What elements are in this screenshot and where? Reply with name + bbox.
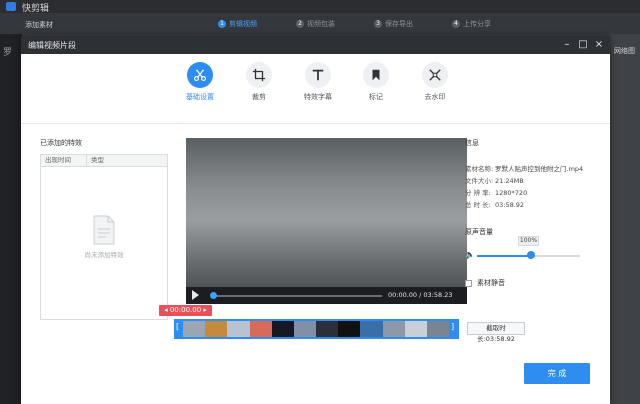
scissors-icon bbox=[193, 69, 207, 82]
info-row-resolution: 分 辨 率: 1280*720 bbox=[465, 189, 528, 197]
tab-label: 特效字幕 bbox=[304, 93, 332, 101]
info-title: 信息 bbox=[465, 139, 479, 147]
tab-label: 标记 bbox=[369, 93, 383, 101]
dialog-header: 编辑视频片段 – □ × bbox=[21, 37, 610, 54]
tab-label: 去水印 bbox=[424, 93, 446, 101]
play-icon[interactable] bbox=[192, 290, 199, 300]
tab-remove-watermark[interactable]: 去水印 bbox=[410, 62, 460, 102]
effects-table: 出现时间 类型 尚未添加特效 bbox=[40, 154, 168, 320]
app-left-label: 罗 bbox=[3, 48, 13, 58]
edit-clip-dialog: 编辑视频片段 – □ × 基础设置 裁剪 特效字幕 标记 去水印 已添加的特效 bbox=[21, 37, 610, 404]
checkbox-box[interactable] bbox=[465, 279, 472, 287]
tab-label: 基础设置 bbox=[186, 93, 214, 101]
volume-value: 100% bbox=[518, 236, 539, 246]
step-save-export[interactable]: 3 保存导出 bbox=[374, 19, 413, 29]
video-preview bbox=[186, 138, 467, 287]
clip-timeline[interactable]: [ ] bbox=[174, 319, 459, 339]
speaker-icon[interactable]: 🔈 bbox=[465, 250, 475, 259]
col-time: 出现时间 bbox=[41, 155, 87, 166]
watermark-remove-icon bbox=[429, 69, 441, 81]
bookmark-icon bbox=[372, 69, 380, 81]
progress-knob[interactable] bbox=[210, 292, 217, 299]
step-edit-video[interactable]: 1 剪辑视频 bbox=[218, 19, 257, 29]
tab-crop[interactable]: 裁剪 bbox=[234, 62, 284, 102]
tab-marker[interactable]: 标记 bbox=[351, 62, 401, 102]
step-upload-share[interactable]: 4 上传分享 bbox=[452, 19, 491, 29]
app-logo-icon bbox=[6, 2, 16, 11]
volume-slider-fill bbox=[477, 255, 531, 257]
player-controls: 00:00.00 / 03:58.23 bbox=[186, 287, 467, 304]
tab-label: 裁剪 bbox=[252, 93, 266, 101]
step-video-package[interactable]: 2 视频包装 bbox=[296, 19, 335, 29]
info-row-name: 素材名称: 罗默人贴声控到他附之门.mp4 bbox=[465, 165, 584, 173]
empty-document-icon bbox=[93, 215, 115, 245]
close-icon[interactable]: × bbox=[593, 39, 605, 51]
progress-track[interactable] bbox=[212, 295, 382, 297]
tab-bar: 基础设置 裁剪 特效字幕 标记 去水印 bbox=[21, 54, 610, 122]
add-material-button[interactable]: 添加素材 bbox=[25, 20, 53, 30]
divider bbox=[21, 123, 610, 124]
col-type: 类型 bbox=[91, 156, 104, 164]
done-button[interactable]: 完 成 bbox=[524, 363, 590, 384]
current-time-marker[interactable]: ◂ 00:00.00 ▸ bbox=[159, 305, 212, 316]
timeline-frames bbox=[183, 321, 450, 337]
app-left-panel bbox=[0, 34, 22, 404]
player-time: 00:00.00 / 03:58.23 bbox=[388, 291, 453, 299]
info-row-size: 文件大小: 21.24MB bbox=[465, 177, 524, 185]
tab-basic-settings[interactable]: 基础设置 bbox=[175, 62, 225, 102]
effects-title: 已添加的特效 bbox=[40, 139, 82, 147]
maximize-icon[interactable]: □ bbox=[577, 39, 589, 51]
text-icon bbox=[312, 69, 324, 81]
mute-label: 素材静音 bbox=[477, 279, 505, 287]
volume-slider-knob[interactable] bbox=[526, 251, 535, 259]
app-right-panel bbox=[610, 34, 640, 404]
info-row-duration: 总 时 长: 03:58.92 bbox=[465, 201, 525, 209]
crop-icon bbox=[252, 68, 266, 82]
app-titlebar: 快剪辑 bbox=[0, 0, 640, 14]
effects-empty-text: 尚未添加特效 bbox=[84, 251, 124, 259]
effects-table-header: 出现时间 类型 bbox=[41, 155, 167, 167]
clip-length: 截取时长:03:58.92 bbox=[467, 322, 525, 343]
tab-effect-subtitle[interactable]: 特效字幕 bbox=[293, 62, 343, 102]
trim-end-handle[interactable]: ] bbox=[451, 322, 454, 331]
mute-checkbox[interactable]: 素材静音 bbox=[465, 278, 505, 288]
volume-title: 原声音量 bbox=[465, 228, 493, 236]
trim-start-handle[interactable]: [ bbox=[176, 322, 179, 331]
dialog-title: 编辑视频片段 bbox=[28, 41, 76, 50]
minimize-icon[interactable]: – bbox=[561, 39, 573, 51]
app-right-label: 网络图 bbox=[614, 47, 635, 55]
